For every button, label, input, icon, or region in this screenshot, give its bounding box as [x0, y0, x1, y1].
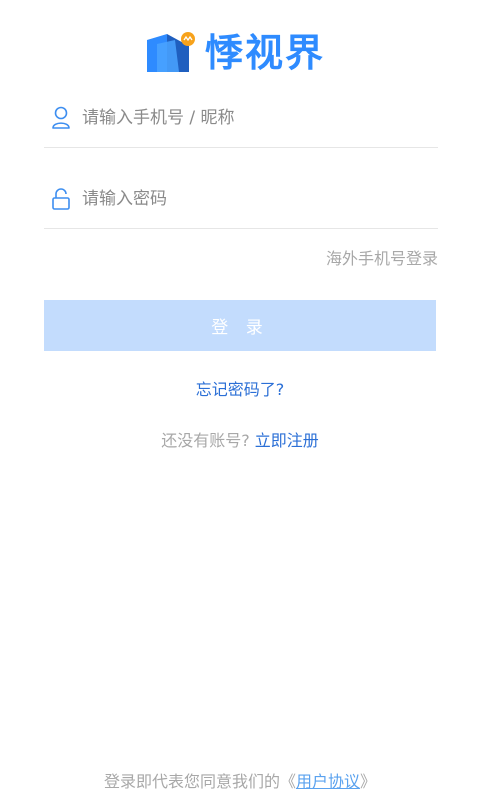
agreement-suffix: 》: [360, 772, 377, 791]
agreement-prefix: 登录即代表您同意我们的《: [103, 772, 296, 791]
brand-name: 悸视界: [205, 31, 326, 75]
password-input[interactable]: [82, 189, 438, 209]
overseas-phone-login-link[interactable]: 海外手机号登录: [326, 245, 438, 269]
lock-icon: [50, 187, 72, 211]
login-page: 悸视界 海外手机号登录 登 录 忘记密码了? 还没有账号? 立即注册 登录即代表…: [0, 0, 480, 800]
register-row: 还没有账号? 立即注册: [0, 427, 480, 451]
brand-logo-mark: [145, 30, 195, 76]
no-account-text: 还没有账号?: [161, 431, 250, 450]
brand-logo: 悸视界: [145, 30, 325, 76]
forgot-password-row: 忘记密码了?: [0, 376, 480, 400]
account-input[interactable]: [82, 108, 438, 128]
user-agreement-link[interactable]: 用户协议: [296, 772, 360, 791]
account-field: [44, 89, 438, 148]
forgot-password-link[interactable]: 忘记密码了?: [196, 380, 285, 399]
user-icon: [50, 106, 72, 130]
register-link[interactable]: 立即注册: [255, 431, 319, 450]
password-field: [44, 170, 438, 229]
agreement-notice: 登录即代表您同意我们的《用户协议》: [0, 768, 480, 792]
login-button[interactable]: 登 录: [44, 300, 436, 351]
